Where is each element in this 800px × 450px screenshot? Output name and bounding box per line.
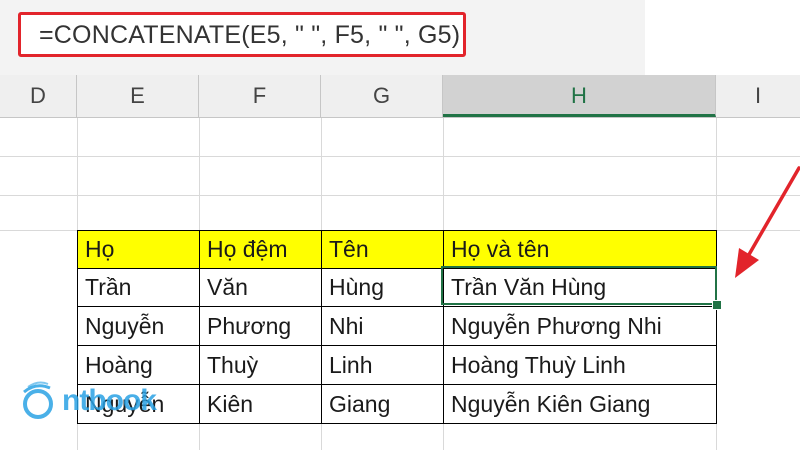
table-cell[interactable]: Nguyễn Kiên Giang: [443, 384, 717, 424]
column-header-d[interactable]: D: [0, 75, 77, 117]
column-header-row: D E F G H I: [0, 75, 800, 118]
table-header-ten[interactable]: Tên: [321, 230, 444, 269]
column-header-f[interactable]: F: [199, 75, 321, 117]
table-cell[interactable]: Trần: [77, 268, 200, 307]
table-cell[interactable]: Văn: [199, 268, 322, 307]
table-cell[interactable]: Giang: [321, 384, 444, 424]
blank-area: [645, 0, 800, 75]
logo-text: ntbook: [62, 384, 157, 417]
table-cell[interactable]: Nguyễn Phương Nhi: [443, 306, 717, 346]
logo: ntbook: [18, 378, 168, 430]
logo-icon: [23, 381, 53, 419]
table-cell[interactable]: Hùng: [321, 268, 444, 307]
column-header-h[interactable]: H: [443, 75, 716, 117]
column-header-g[interactable]: G: [321, 75, 443, 117]
table-header-ho[interactable]: Họ: [77, 230, 200, 269]
formula-input[interactable]: =CONCATENATE(E5, " ", F5, " ", G5): [18, 12, 466, 57]
active-cell-selection[interactable]: [441, 266, 717, 305]
annotation-arrow-icon: [735, 166, 800, 278]
table-cell[interactable]: Nguyễn: [77, 306, 200, 346]
table-header-ho-va-ten[interactable]: Họ và tên: [443, 230, 717, 269]
table-cell[interactable]: Thuỳ: [199, 345, 322, 385]
table-cell[interactable]: Hoàng Thuỳ Linh: [443, 345, 717, 385]
column-header-e[interactable]: E: [77, 75, 199, 117]
table-cell[interactable]: Nhi: [321, 306, 444, 346]
formula-bar: =CONCATENATE(E5, " ", F5, " ", G5): [0, 0, 645, 75]
table-cell[interactable]: Kiên: [199, 384, 322, 424]
formula-text: =CONCATENATE(E5, " ", F5, " ", G5): [39, 21, 461, 49]
table-cell[interactable]: Linh: [321, 345, 444, 385]
fill-handle[interactable]: [712, 300, 722, 310]
table-header-ho-dem[interactable]: Họ đệm: [199, 230, 322, 269]
table-cell[interactable]: Phương: [199, 306, 322, 346]
column-header-i[interactable]: I: [716, 75, 800, 117]
